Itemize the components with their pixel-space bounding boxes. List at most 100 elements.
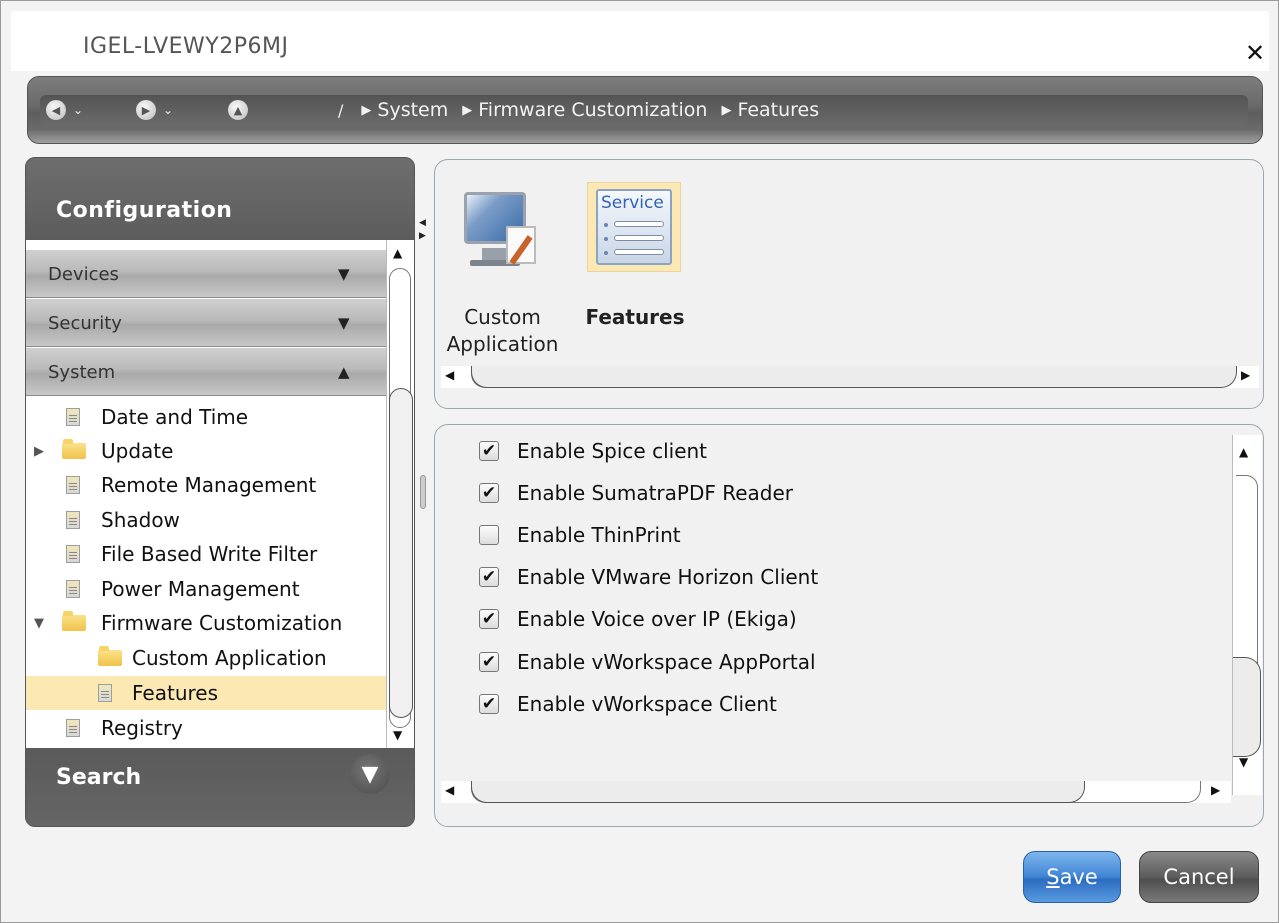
feature-vworkspace-appportal[interactable]: ✔ Enable vWorkspace AppPortal <box>479 648 816 676</box>
page-icon <box>66 476 80 494</box>
features-panel: ✔ Enable Spice client ✔ Enable SumatraPD… <box>434 424 1264 827</box>
checkbox-vworkspace-appportal[interactable]: ✔ <box>479 652 499 672</box>
icon-features[interactable]: Service Features <box>435 160 705 370</box>
page-icon <box>66 545 80 563</box>
page-icon <box>66 511 80 529</box>
scroll-up-icon[interactable]: ▲ <box>393 246 402 260</box>
scroll-down-icon[interactable]: ▼ <box>1239 755 1248 769</box>
tree-item-label: File Based Write Filter <box>101 542 318 566</box>
scroll-right-icon[interactable]: ▶ <box>1241 368 1250 382</box>
tree-item-shadow[interactable]: Shadow <box>26 503 386 537</box>
search-section[interactable]: Search ▼ <box>26 748 414 826</box>
back-history-dropdown-icon[interactable]: ⌄ <box>73 103 83 117</box>
feature-spice-client[interactable]: ✔ Enable Spice client <box>479 437 707 465</box>
section-label: System <box>48 362 116 383</box>
back-button[interactable]: ◀ ⌄ <box>46 99 83 121</box>
service-features-icon: Service <box>587 182 681 272</box>
scroll-right-icon[interactable]: ▶ <box>1211 783 1220 797</box>
up-arrow-icon: ▲ <box>228 100 248 120</box>
up-button[interactable]: ▲ <box>228 99 248 121</box>
save-button[interactable]: Save <box>1023 851 1121 903</box>
tree-item-registry[interactable]: Registry <box>26 711 386 745</box>
icon-panel-scrollbar[interactable]: ◀ ▶ <box>441 366 1259 388</box>
cancel-button[interactable]: Cancel <box>1139 851 1259 903</box>
feature-vworkspace-client[interactable]: ✔ Enable vWorkspace Client <box>479 690 777 718</box>
forward-button[interactable]: ▶ ⌄ <box>136 99 173 121</box>
page-icon <box>66 408 80 426</box>
section-devices[interactable]: Devices ▼ <box>26 250 386 298</box>
checkbox-vworkspace-client[interactable]: ✔ <box>479 694 499 714</box>
tree-item-remote-management[interactable]: Remote Management <box>26 468 386 502</box>
page-icon <box>66 580 80 598</box>
tree-item-label: Registry <box>101 716 183 740</box>
checkbox-sumatrapdf-reader[interactable]: ✔ <box>479 483 499 503</box>
tree-item-label: Date and Time <box>101 405 249 429</box>
title-bar: IGEL-LVEWY2P6MJ ✕ <box>11 11 1269 71</box>
breadcrumb-firmware-customization[interactable]: Firmware Customization <box>478 99 707 121</box>
breadcrumb-separator-icon: ▶ <box>721 102 732 118</box>
configuration-tree: Devices ▼ Security ▼ System ▲ Date and T… <box>26 240 386 748</box>
feature-voice-over-ip[interactable]: ✔ Enable Voice over IP (Ekiga) <box>479 605 797 633</box>
tree-item-label: Custom Application <box>132 646 327 670</box>
breadcrumb-features[interactable]: Features <box>737 99 819 121</box>
checkbox-voice-over-ip[interactable]: ✔ <box>479 609 499 629</box>
close-icon[interactable]: ✕ <box>1245 41 1265 65</box>
scrollbar-thumb[interactable] <box>389 388 413 718</box>
expand-arrow-icon: ▼ <box>338 265 350 283</box>
chevron-down-icon[interactable]: ▼ <box>350 754 390 794</box>
breadcrumb-system[interactable]: System <box>377 99 448 121</box>
feature-label: Enable Voice over IP (Ekiga) <box>517 607 797 631</box>
configuration-title: Configuration <box>56 198 233 223</box>
tree-item-update[interactable]: ▶ Update <box>26 434 386 468</box>
panel-collapse-icon[interactable]: ◀ ▶ <box>419 217 426 243</box>
tree-scrollbar[interactable]: ▲ ▼ <box>386 240 414 748</box>
tree-expand-icon[interactable]: ▶ <box>34 444 44 459</box>
splitter-handle[interactable] <box>420 475 426 509</box>
section-system[interactable]: System ▲ <box>26 348 386 396</box>
feature-sumatrapdf-reader[interactable]: ✔ Enable SumatraPDF Reader <box>479 479 793 507</box>
folder-icon <box>62 611 86 631</box>
tree-item-label: Features <box>132 681 218 705</box>
scroll-left-icon[interactable]: ◀ <box>445 368 454 382</box>
collapse-arrow-icon: ▲ <box>338 363 350 381</box>
tree-item-power-management[interactable]: Power Management <box>26 572 386 606</box>
scroll-up-icon[interactable]: ▲ <box>1239 445 1248 459</box>
scrollbar-thumb[interactable] <box>471 366 1237 388</box>
tree-item-label: Firmware Customization <box>101 611 343 635</box>
feature-label: Enable ThinPrint <box>517 523 681 547</box>
section-security[interactable]: Security ▼ <box>26 299 386 347</box>
tree-item-label: Remote Management <box>101 473 317 497</box>
page-icon <box>66 719 80 737</box>
feature-label: Enable vWorkspace Client <box>517 692 777 716</box>
cancel-button-label: Cancel <box>1163 865 1235 889</box>
scrollbar-thumb[interactable] <box>471 781 1085 803</box>
tree-item-date-and-time[interactable]: Date and Time <box>26 400 386 434</box>
checkbox-thinprint[interactable] <box>479 525 499 545</box>
checkbox-spice-client[interactable]: ✔ <box>479 441 499 461</box>
settings-window: IGEL-LVEWY2P6MJ ✕ ◀ ⌄ ▶ ⌄ ▲ / ▶ System ▶… <box>0 0 1279 923</box>
scroll-down-icon[interactable]: ▼ <box>393 728 402 742</box>
breadcrumb-separator-icon: ▶ <box>361 102 372 118</box>
features-vertical-scrollbar[interactable]: ▲ ▼ <box>1232 435 1262 795</box>
breadcrumb-root[interactable]: / <box>338 101 343 120</box>
forward-history-dropdown-icon[interactable]: ⌄ <box>163 103 173 117</box>
tree-item-file-based-write-filter[interactable]: File Based Write Filter <box>26 537 386 571</box>
feature-thinprint[interactable]: Enable ThinPrint <box>479 521 681 549</box>
folder-icon <box>98 646 122 666</box>
folder-icon <box>62 439 86 459</box>
breadcrumb: / ▶ System ▶ Firmware Customization ▶ Fe… <box>338 99 819 121</box>
scrollbar-thumb[interactable] <box>1233 657 1261 757</box>
tree-item-label: Update <box>101 439 174 463</box>
navigation-bar: ◀ ⌄ ▶ ⌄ ▲ / ▶ System ▶ Firmware Customiz… <box>27 76 1263 144</box>
features-horizontal-scrollbar[interactable]: ◀ ▶ <box>441 781 1231 803</box>
tree-item-features[interactable]: Features <box>26 676 386 710</box>
feature-vmware-horizon-client[interactable]: ✔ Enable VMware Horizon Client <box>479 563 818 591</box>
scroll-left-icon[interactable]: ◀ <box>445 783 454 797</box>
section-label: Devices <box>48 264 119 285</box>
tree-item-firmware-customization[interactable]: ▼ Firmware Customization <box>26 606 386 640</box>
tree-item-custom-application[interactable]: Custom Application <box>26 641 386 675</box>
tree-collapse-icon[interactable]: ▼ <box>34 616 44 631</box>
checkbox-vmware-horizon-client[interactable]: ✔ <box>479 567 499 587</box>
tree-item-label: Shadow <box>101 508 180 532</box>
icon-view-panel: Custom Application Service Features ◀ ▶ <box>434 159 1264 409</box>
